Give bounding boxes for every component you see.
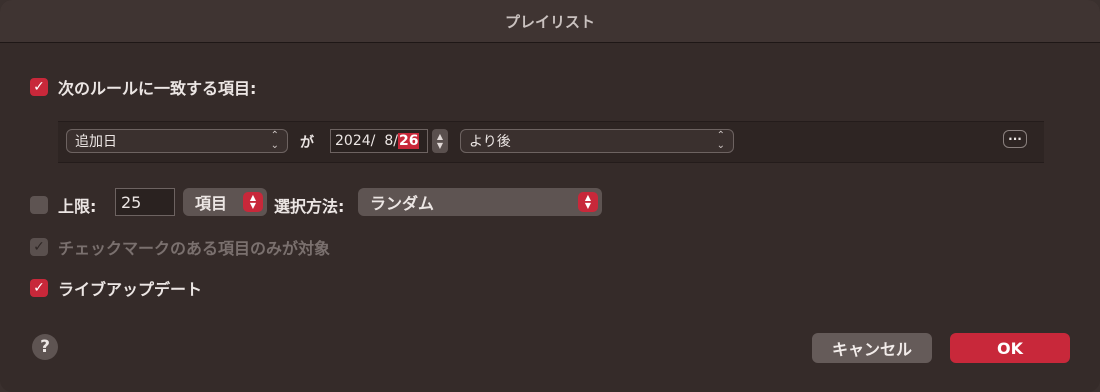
limit-row: 上限:	[30, 193, 96, 217]
live-update-label: ライブアップデート	[58, 280, 203, 299]
date-year[interactable]: 2024/	[335, 133, 375, 149]
checkmark-icon: ✓	[33, 79, 45, 95]
stepper-down-icon[interactable]: ▼	[437, 141, 443, 150]
checked-only-checkbox: ✓	[30, 238, 48, 256]
limit-checkbox[interactable]	[30, 196, 48, 214]
date-month[interactable]: 8/	[384, 133, 398, 149]
chevron-updown-icon: ⌃ ⌄	[716, 130, 725, 151]
date-stepper[interactable]: ▲ ▼	[432, 129, 448, 153]
rule-field-popup[interactable]: 追加日 ⌃ ⌄	[66, 129, 288, 153]
checkmark-icon: ✓	[33, 280, 45, 296]
match-rules-row: ✓ 次のルールに一致する項目:	[30, 75, 256, 99]
cancel-button[interactable]: キャンセル	[812, 333, 932, 363]
ellipsis-icon: ···	[1008, 132, 1022, 146]
stepper-up-icon[interactable]: ▲	[437, 132, 443, 141]
limit-value-field[interactable]: 25	[115, 188, 175, 216]
selection-method-popup[interactable]: ランダム ▲ ▼	[358, 188, 602, 216]
ok-button[interactable]: OK	[950, 333, 1070, 363]
limit-unit-value: 項目	[195, 194, 228, 213]
playlist-dialog: プレイリスト ✓ 次のルールに一致する項目: 追加日 ⌃ ⌄ が 2024/ 8/…	[0, 0, 1100, 392]
limit-value: 25	[121, 192, 142, 212]
date-day[interactable]: 26	[397, 133, 420, 149]
checked-only-row: ✓ チェックマークのある項目のみが対象	[30, 235, 330, 259]
limit-unit-popup[interactable]: 項目 ▲ ▼	[183, 188, 267, 216]
window-title: プレイリスト	[504, 12, 595, 31]
rule-comparator-value: より後	[469, 134, 511, 150]
chevron-updown-icon: ▲ ▼	[578, 192, 598, 212]
date-field[interactable]: 2024/ 8/ 26	[330, 129, 428, 153]
checked-only-label: チェックマークのある項目のみが対象	[58, 239, 331, 258]
match-rules-checkbox[interactable]: ✓	[30, 78, 48, 96]
live-update-row: ✓ ライブアップデート	[30, 276, 202, 300]
more-options-button[interactable]: ···	[1003, 130, 1027, 148]
chevron-updown-icon: ▲ ▼	[243, 192, 263, 212]
selection-method-label: 選択方法:	[274, 197, 345, 216]
live-update-checkbox[interactable]: ✓	[30, 279, 48, 297]
rule-field-value: 追加日	[75, 134, 117, 150]
rule-connector: が	[300, 135, 314, 151]
question-icon: ?	[40, 337, 50, 357]
title-bar: プレイリスト	[0, 0, 1100, 43]
match-rules-label: 次のルールに一致する項目:	[58, 79, 257, 98]
chevron-updown-icon: ⌃ ⌄	[270, 130, 279, 151]
rule-comparator-popup[interactable]: より後 ⌃ ⌄	[460, 129, 734, 153]
limit-label: 上限:	[58, 197, 97, 216]
help-button[interactable]: ?	[32, 334, 58, 360]
selection-method-value: ランダム	[370, 194, 435, 213]
checkmark-icon: ✓	[33, 239, 45, 255]
